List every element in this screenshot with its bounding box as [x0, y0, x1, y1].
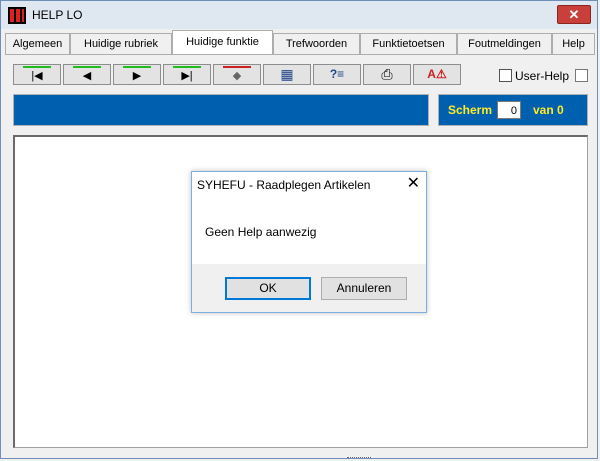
tab-divider [5, 54, 595, 55]
message-dialog: SYHEFU - Raadplegen Artikelen ✕ Geen Hel… [191, 171, 427, 313]
warning-tools-icon: A⚠ [427, 67, 447, 81]
back-button[interactable]: ◆ [213, 64, 261, 85]
dialog-message: Geen Help aanwezig [205, 225, 317, 239]
bar-indicator [173, 66, 201, 68]
dialog-close-icon[interactable]: ✕ [407, 175, 420, 193]
user-help-toggle[interactable]: User-Help [499, 69, 569, 83]
next-icon: ▶ [132, 70, 142, 82]
window-title: HELP LO [32, 8, 83, 22]
tab-funktietoetsen[interactable]: Funktietoetsen [360, 33, 457, 54]
bottom-marker [347, 457, 371, 461]
tab-help[interactable]: Help [552, 33, 595, 54]
tools-button[interactable]: A⚠ [413, 64, 461, 85]
book-button[interactable]: ▦ [263, 64, 311, 85]
help-search-button[interactable]: ?≡ [313, 64, 361, 85]
tab-bar: Algemeen Huidige rubriek Huidige funktie… [5, 30, 595, 55]
user-help-checkbox[interactable] [499, 69, 512, 82]
screen-label: Scherm [448, 103, 493, 117]
first-icon: |◀ [31, 70, 43, 82]
dialog-title: SYHEFU - Raadplegen Artikelen [197, 178, 371, 192]
tab-huidige-funktie[interactable]: Huidige funktie [172, 30, 273, 55]
extra-checkbox[interactable] [575, 69, 588, 82]
book-icon: ▦ [280, 66, 294, 82]
title-bar: HELP LO ✕ [1, 1, 597, 29]
help-search-icon: ?≡ [329, 67, 345, 81]
app-icon [8, 7, 26, 24]
last-page-button[interactable]: ▶| [163, 64, 211, 85]
tab-huidige-rubriek[interactable]: Huidige rubriek [70, 33, 172, 54]
tab-foutmeldingen[interactable]: Foutmeldingen [457, 33, 552, 54]
last-icon: ▶| [181, 70, 193, 82]
tab-trefwoorden[interactable]: Trefwoorden [273, 33, 360, 54]
bar-indicator [123, 66, 151, 68]
cancel-button[interactable]: Annuleren [321, 277, 407, 300]
previous-page-button[interactable]: ◀ [63, 64, 111, 85]
screen-counter-panel: Scherm 0 van 0 [438, 94, 588, 126]
screen-number-input[interactable]: 0 [497, 101, 521, 119]
screen-total-label: van 0 [533, 103, 564, 117]
dialog-footer: OK Annuleren [192, 264, 426, 312]
printer-icon: ⎙ [381, 66, 393, 82]
previous-icon: ◀ [82, 70, 92, 82]
title-panel [13, 94, 429, 126]
ok-button[interactable]: OK [225, 277, 311, 300]
user-help-label: User-Help [515, 69, 570, 83]
bar-indicator [73, 66, 101, 68]
bar-indicator [223, 66, 251, 68]
first-page-button[interactable]: |◀ [13, 64, 61, 85]
back-icon: ◆ [232, 70, 242, 82]
print-button[interactable]: ⎙ [363, 64, 411, 85]
tab-algemeen[interactable]: Algemeen [5, 33, 70, 54]
bar-indicator [23, 66, 51, 68]
next-page-button[interactable]: ▶ [113, 64, 161, 85]
window-close-button[interactable]: ✕ [557, 5, 591, 24]
